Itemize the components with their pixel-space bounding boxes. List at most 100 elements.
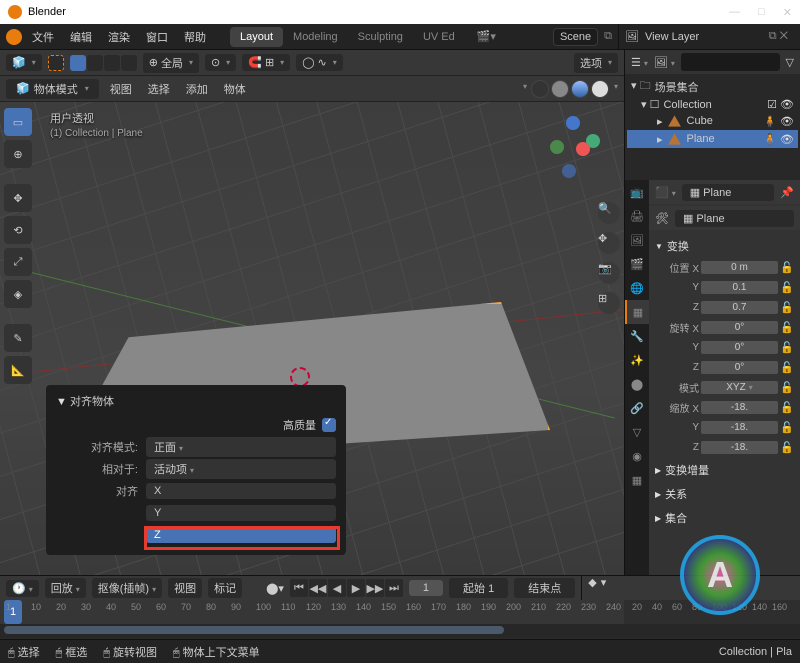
panel-relations-header[interactable]: 关系 — [655, 482, 794, 506]
lock-icon[interactable]: 🔓 — [780, 341, 794, 354]
keying-menu[interactable]: 抠像(插帧) — [92, 578, 162, 598]
shading-dropdown[interactable] — [611, 80, 618, 98]
filter-icon[interactable]: ▾ — [601, 576, 607, 600]
copy-icon[interactable]: ⧉ — [604, 30, 612, 43]
tab-viewlayer[interactable]: 🖼 — [625, 228, 649, 252]
lock-icon[interactable]: 🔓 — [780, 421, 794, 434]
tool-transform[interactable]: ◈ — [4, 280, 32, 308]
gizmo-z-icon[interactable] — [566, 116, 580, 130]
lock-icon[interactable]: 🔓 — [780, 441, 794, 454]
timeline-editor-icon[interactable]: 🕐 — [6, 580, 39, 597]
lock-icon[interactable]: 🔓 — [780, 401, 794, 414]
tab-scene[interactable]: 🎬 — [625, 252, 649, 276]
shading-rendered[interactable] — [591, 80, 609, 98]
object-cube-node[interactable]: ▸ Cube🧍 👁 — [627, 112, 798, 130]
select-mode-4[interactable] — [121, 55, 137, 71]
props-type-icon[interactable]: ⬛ — [655, 186, 676, 199]
tab-modeling[interactable]: Modeling — [283, 27, 348, 47]
timeline-scrollbar[interactable] — [4, 626, 504, 634]
menu-object[interactable]: 物体 — [219, 79, 251, 99]
camera-icon[interactable]: 📷 — [598, 262, 620, 284]
menu-render[interactable]: 渲染 — [102, 26, 136, 48]
current-frame-field[interactable]: 1 — [409, 580, 443, 596]
options-dropdown[interactable]: 选项 — [574, 53, 618, 73]
roty-field[interactable]: 0° — [701, 341, 778, 354]
menu-view[interactable]: 视图 — [105, 79, 137, 99]
restrict-icons[interactable]: ☑ 👁 — [767, 98, 794, 111]
lock-icon[interactable]: 🔓 — [780, 281, 794, 294]
outliner-search[interactable] — [681, 53, 780, 71]
tab-particles[interactable]: ✨ — [625, 348, 649, 372]
rotmode-select[interactable]: XYZ — [701, 381, 778, 394]
menu-file[interactable]: 文件 — [26, 26, 60, 48]
tab-world[interactable]: 🌐 — [625, 276, 649, 300]
menu-add[interactable]: 添加 — [181, 79, 213, 99]
nav-gizmo[interactable] — [546, 112, 606, 172]
lock-icon[interactable]: 🔓 — [780, 361, 794, 374]
perspective-icon[interactable]: ⊞ — [598, 292, 620, 314]
play-button[interactable]: ▶ — [347, 579, 365, 597]
viewport-canvas[interactable]: ▭ ⊕ ✥ ⟲ ⤢ ◈ ✎ 📐 用户透视 (1) Collection | Pl… — [0, 102, 624, 575]
tab-constraints[interactable]: 🔗 — [625, 396, 649, 420]
maximize-button[interactable]: □ — [758, 6, 765, 19]
panel-collections-header[interactable]: 集合 — [655, 506, 794, 530]
props-object-name[interactable]: ▦ Plane — [682, 184, 775, 201]
end-frame[interactable]: 结束点 — [514, 578, 575, 598]
popup-title[interactable]: ▼ 对齐物体 — [56, 393, 336, 409]
menu-help[interactable]: 帮助 — [178, 26, 212, 48]
snap-selector[interactable]: 🧲 ⊞ — [242, 54, 290, 71]
select-mode-face[interactable] — [104, 55, 120, 71]
blender-icon[interactable] — [6, 29, 22, 45]
scy-field[interactable]: -18. — [701, 421, 778, 434]
tool-rotate[interactable]: ⟲ — [4, 216, 32, 244]
object-name-field[interactable]: ▦ Plane — [675, 210, 794, 227]
tab-texture[interactable]: ▦ — [625, 468, 649, 492]
jump-start-button[interactable]: ⏮ — [290, 579, 308, 597]
locy-field[interactable]: 0.1 — [701, 281, 778, 294]
jump-end-button[interactable]: ⏭ — [385, 579, 403, 597]
scx-field[interactable]: -18. — [701, 401, 778, 414]
tab-layout[interactable]: Layout — [230, 27, 283, 47]
collection-node[interactable]: ▾ ☐ Collection☑ 👁 — [627, 97, 798, 112]
tab-modifiers[interactable]: 🔧 — [625, 324, 649, 348]
align-x-option[interactable]: X — [146, 483, 336, 499]
tool-measure[interactable]: 📐 — [4, 356, 32, 384]
timeline-track[interactable]: 1 11020304050607080901001101201301401501… — [0, 600, 624, 624]
align-z-option[interactable]: Z — [146, 527, 336, 543]
tab-sculpting[interactable]: Sculpting — [348, 27, 413, 47]
lock-icon[interactable]: 🔓 — [780, 301, 794, 314]
panel-transform-header[interactable]: 变换 — [655, 234, 794, 258]
tab-material[interactable]: ◉ — [625, 444, 649, 468]
gizmo-nz-icon[interactable] — [562, 164, 576, 178]
zoom-icon[interactable]: 🔍 — [598, 202, 620, 224]
filter-icon[interactable]: ▽ — [786, 56, 794, 69]
scene-collection-node[interactable]: ▾ 🗀 场景集合 — [627, 76, 798, 97]
outliner-filter-icon[interactable]: 🖼 — [654, 56, 675, 69]
pan-icon[interactable]: ✥ — [598, 232, 620, 254]
rotx-field[interactable]: 0° — [701, 321, 778, 334]
prev-key-button[interactable]: ◀◀ — [309, 579, 327, 597]
menu-edit[interactable]: 编辑 — [64, 26, 98, 48]
gizmo-ny-icon[interactable] — [550, 140, 564, 154]
hq-checkbox[interactable] — [322, 418, 336, 432]
tool-scale[interactable]: ⤢ — [4, 248, 32, 276]
viewlayer-copy-icon[interactable]: ⧉ ✕ — [769, 30, 788, 43]
viewlayer-icon[interactable]: 🖼 — [625, 30, 639, 43]
tool-icon[interactable]: 🛠 — [655, 212, 669, 225]
tab-uv[interactable]: UV Ed — [413, 27, 465, 47]
autokey-icon[interactable]: ⬤▾ — [266, 582, 284, 595]
object-plane-node[interactable]: ▸ Plane🧍 👁 — [627, 130, 798, 148]
timeline-marker-menu[interactable]: 标记 — [208, 578, 242, 598]
tool-cursor[interactable]: ⊕ — [4, 140, 32, 168]
tab-data[interactable]: ▽ — [625, 420, 649, 444]
select-mode-vertex[interactable] — [70, 55, 86, 71]
next-key-button[interactable]: ▶▶ — [366, 579, 384, 597]
start-frame[interactable]: 起始 1 — [449, 578, 508, 598]
orientation-selector[interactable]: ⊕ 全局 — [143, 53, 199, 73]
scene-icon[interactable]: 🎬▾ — [477, 30, 496, 43]
editor-type-selector[interactable]: 🧊 — [6, 54, 42, 71]
outliner-display-mode[interactable]: ☰ — [631, 56, 648, 69]
shading-wireframe[interactable] — [531, 80, 549, 98]
lock-icon[interactable]: 🔓 — [780, 321, 794, 334]
select-mode-edge[interactable] — [87, 55, 103, 71]
